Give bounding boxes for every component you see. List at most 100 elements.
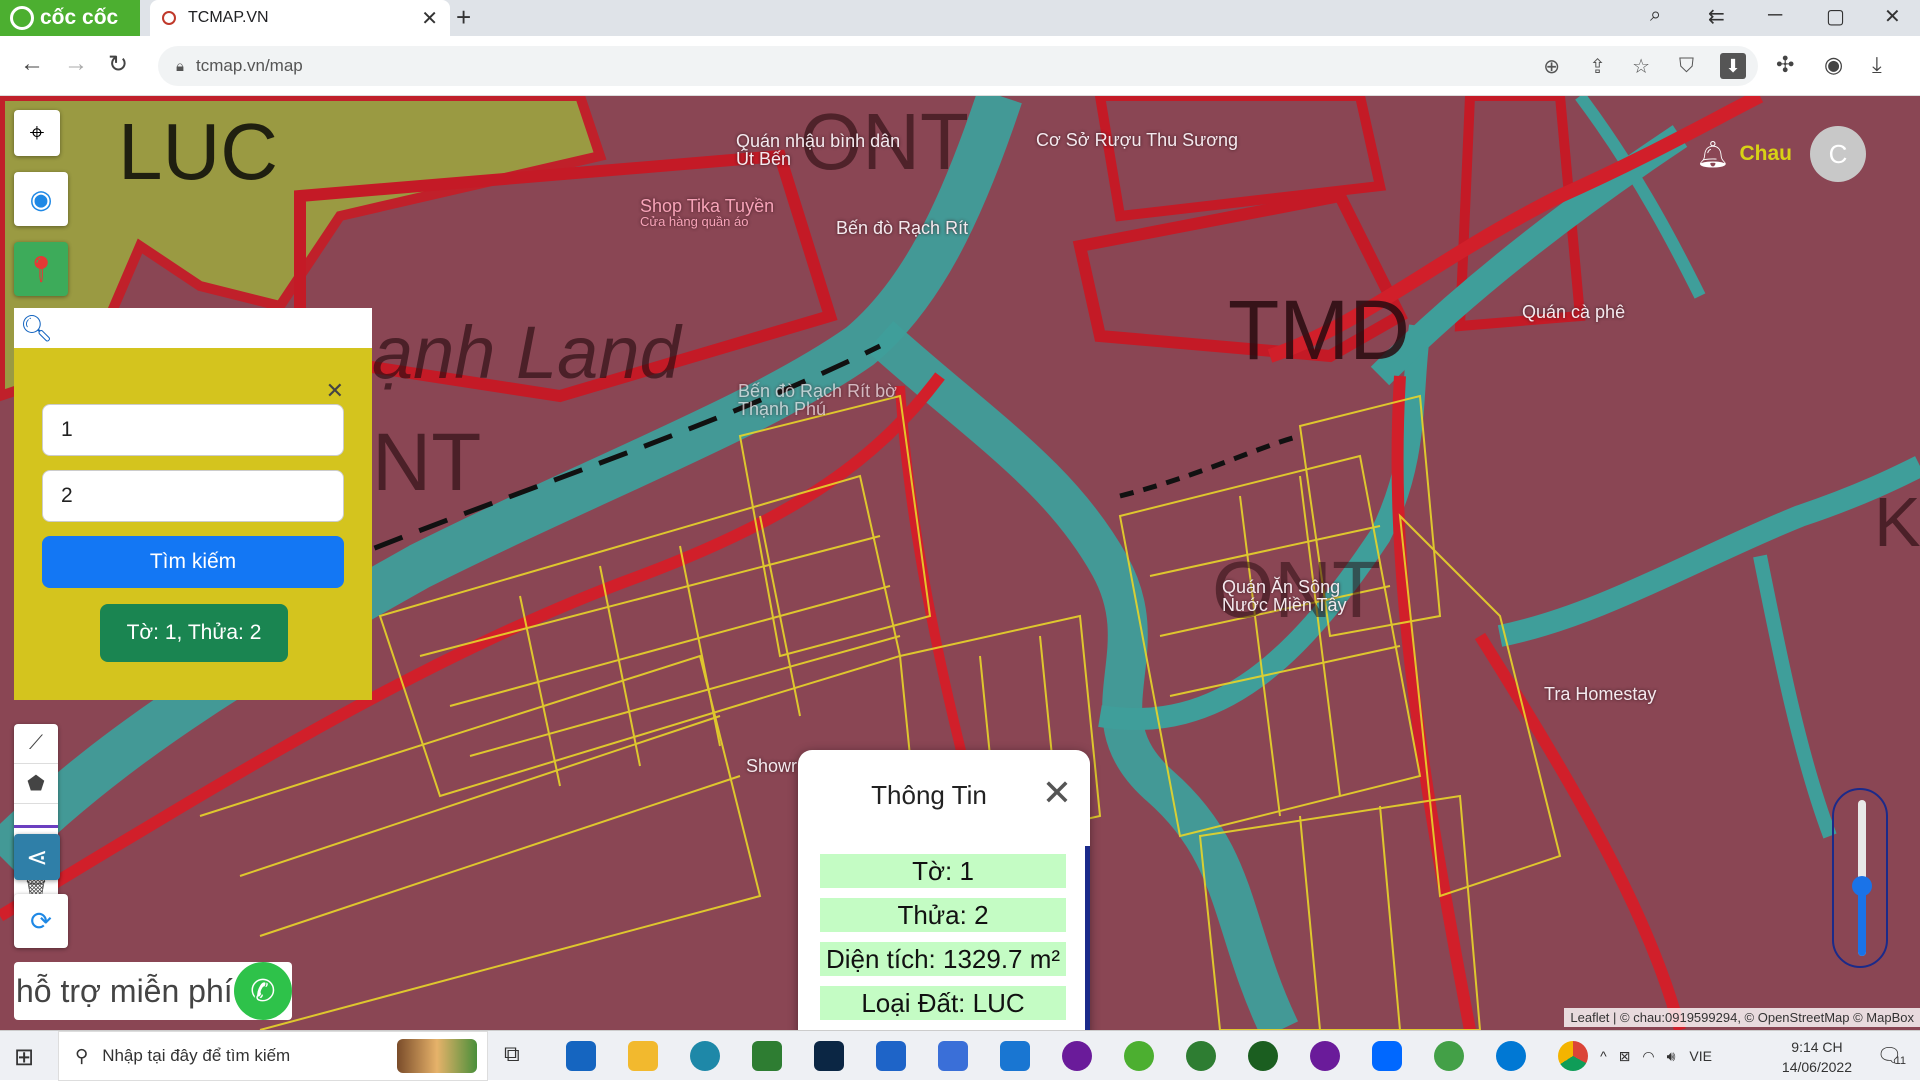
locate-me-button[interactable]: ⌖ [14,110,60,156]
search-button[interactable]: Tìm kiếm [42,536,344,588]
browser-brand[interactable]: cốc cốc [0,0,140,36]
windows-taskbar: ⊞ ⚲ Nhập tại đây để tìm kiếm ⧉ ^ ⊠ ◠ 🔊︎ … [0,1030,1920,1081]
tab-close-icon[interactable]: ✕ [421,6,438,31]
search-result-chip[interactable]: Tờ: 1, Thửa: 2 [100,604,288,662]
avatar[interactable]: C [1810,126,1866,182]
crosshair-icon: ⌖ [29,117,45,147]
draw-polygon-icon[interactable]: ⬟ [14,764,58,804]
task-view-icon[interactable]: ⧉ [504,1041,534,1071]
parcel-search-panel: ✕ 1 2 Tìm kiếm Tờ: 1, Thửa: 2 [14,348,372,700]
poi-showroom[interactable]: Showr [746,756,797,777]
map-attribution[interactable]: Leaflet | © chau:0919599294, © OpenStree… [1564,1008,1920,1027]
brand-label: cốc cốc [40,6,119,29]
taskbar-search-input[interactable]: ⚲ Nhập tại đây để tìm kiếm [58,1031,488,1081]
app-coccoc-icon[interactable] [1124,1041,1154,1071]
reload-button[interactable]: ↻ [108,50,128,79]
notification-center-icon[interactable]: 🗨︎ 11 [1877,1043,1906,1068]
coccoc-logo-icon [10,6,34,30]
app-search-icon[interactable] [690,1041,720,1071]
poi-ben-do-thanh-phu[interactable]: Bến đò Rạch Rít bờ Thạnh Phú [738,382,898,418]
zone-label-k: K [1874,483,1920,561]
new-tab-button[interactable]: + [456,2,471,33]
toolbar-divider [14,804,58,828]
zone-label-tmd: TMD [1228,283,1410,377]
draw-line-icon[interactable]: ⟋ [14,724,58,764]
parcel-info-popup: Thông Tin ✕ Tờ: 1 Thửa: 2 Diện tích: 132… [798,750,1090,1030]
zone-label-luc: LUC [118,107,279,196]
search-panel-close-icon[interactable]: ✕ [326,378,344,404]
maximize-button[interactable]: ▢ [1826,4,1845,29]
info-dien-tich: Diện tích: 1329.7 m² [820,942,1066,976]
support-widget[interactable]: hỗ trợ miễn phí ✆ [14,962,292,1020]
app-edge-icon[interactable] [1496,1041,1526,1071]
wifi-icon[interactable]: ◠ [1642,1048,1654,1065]
opacity-slider[interactable] [1832,788,1888,968]
parcel-number-input[interactable]: 2 [42,470,344,522]
back-history-icon[interactable]: ⇇ [1708,4,1725,29]
tab-tcmap[interactable]: TCMAP.VN ✕ [150,0,450,36]
system-tray: ^ ⊠ ◠ 🔊︎ VIE [1600,1031,1712,1081]
search-toggle-bar[interactable]: 🔍︎ [14,308,372,348]
tray-chevron-icon[interactable]: ^ [1600,1048,1607,1064]
share-button[interactable]: ⋖ [14,834,60,880]
refresh-button[interactable]: ⟳ [14,894,68,948]
tab-search-icon[interactable]: ⌕ [1650,4,1661,27]
layer-map-button[interactable]: 📍︎ [14,242,68,296]
bookmark-star-icon[interactable]: ☆ [1632,54,1650,79]
app-file-explorer-icon[interactable] [628,1041,658,1071]
app-network-icon[interactable] [938,1041,968,1071]
app-media2-icon[interactable] [1310,1041,1340,1071]
bell-icon[interactable]: 🔔︎ [1696,139,1729,170]
app-excel-icon[interactable] [752,1041,782,1071]
volume-icon[interactable]: 🔊︎ [1667,1048,1676,1065]
poi-quan-ca-phe[interactable]: Quán cà phê [1522,302,1625,323]
windows-start-icon[interactable]: ⊞ [14,1043,34,1072]
poi-ben-do-rach-rit[interactable]: Bến đò Rạch Rít [836,218,968,239]
map-view[interactable]: LUC TMD ONT ONT NT ạnh Land K Quán nhậu … [0,96,1920,1030]
language-indicator[interactable]: VIE [1689,1048,1712,1064]
popup-scrollbar[interactable] [1085,846,1090,1030]
slider-knob[interactable] [1852,875,1872,896]
slider-fill [1858,885,1866,956]
app-teamviewer-icon[interactable] [566,1041,596,1071]
downloads-icon[interactable]: ⤓ [1872,52,1882,78]
zoom-icon[interactable]: ⊕ [1543,54,1560,79]
back-button[interactable]: ← [20,50,44,78]
user-name[interactable]: Chau [1740,142,1793,166]
network-icon[interactable]: ⊠ [1619,1048,1631,1065]
clock-time: 9:14 CH [1791,1039,1843,1055]
clock[interactable]: 9:14 CH 14/06/2022 [1782,1037,1852,1077]
download-video-icon[interactable]: ⬇ [1720,53,1746,79]
app-media-icon[interactable] [1062,1041,1092,1071]
popup-title: Thông Tin [871,780,987,810]
profile-icon[interactable]: ◉ [1824,52,1843,78]
app-photoshop-icon[interactable] [814,1041,844,1071]
app-browser3-icon[interactable] [1248,1041,1278,1071]
app-browser2-icon[interactable] [1186,1041,1216,1071]
app-vscode-icon[interactable] [1000,1041,1030,1071]
app-chrome-icon[interactable] [1558,1041,1588,1071]
sheet-number-input[interactable]: 1 [42,404,344,456]
extensions-icon[interactable]: ✣ [1776,52,1794,78]
minimize-button[interactable]: ─ [1768,4,1782,27]
app-autocad-icon[interactable] [876,1041,906,1071]
shield-icon[interactable]: ⛉ [1679,55,1694,78]
zone-label-nt: NT [372,417,482,508]
app-qgis-icon[interactable] [1434,1041,1464,1071]
eye-toggle-button[interactable]: ◉ [14,172,68,226]
close-window-button[interactable]: ✕ [1884,4,1901,29]
phone-icon[interactable]: ✆ [234,962,292,1020]
search-magnifier-icon[interactable]: 🔍︎ [20,313,53,344]
forward-button[interactable]: → [64,50,88,78]
poi-tra-homestay[interactable]: Tra Homestay [1544,684,1656,705]
poi-co-so-ruou[interactable]: Cơ Sở Rượu Thu Sương [1036,130,1238,151]
info-thua: Thửa: 2 [820,898,1066,932]
app-zalo-icon[interactable] [1372,1041,1402,1071]
taskbar-search-placeholder: Nhập tại đây để tìm kiếm [102,1046,291,1065]
search-highlight-image [397,1039,477,1073]
poi-quan-an-song-nuoc[interactable]: Quán Ăn Sông Nước Miền Tây [1222,578,1352,614]
share-icon[interactable]: ⇪ [1589,54,1606,79]
poi-quan-nhau[interactable]: Quán nhậu bình dân Út Bến [736,132,906,168]
url-input[interactable]: 🔒︎ tcmap.vn/map ⊕ ⇪ ☆ ⛉ ⬇ [158,46,1758,86]
popup-close-icon[interactable]: ✕ [1042,772,1072,814]
